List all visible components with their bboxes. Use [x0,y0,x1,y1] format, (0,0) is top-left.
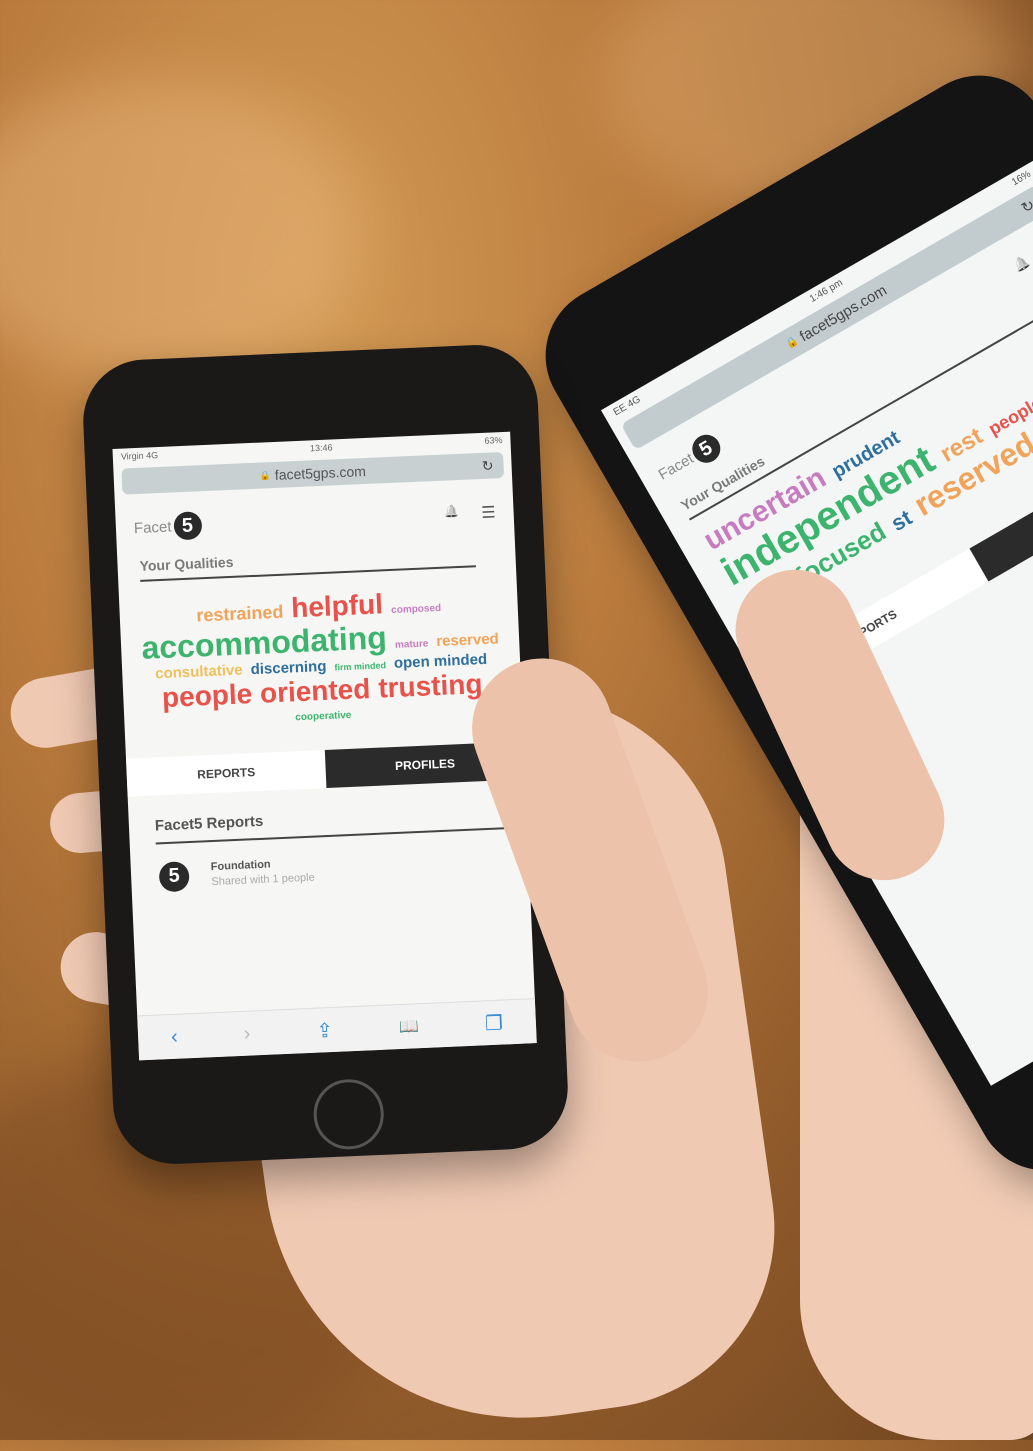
qualities-word-cloud: restrained helpful composedaccommodating ma… [118,566,522,739]
battery-label: 63% [484,434,503,446]
carrier-label: Virgin 4G [120,450,159,462]
quality-word: st [886,504,916,536]
facet5-logo[interactable]: Facet 5 [133,511,203,542]
battery-label: 16% [1009,168,1033,188]
report-logo-icon: 5 [158,861,190,893]
logo-text: Facet [133,518,172,537]
report-name: Foundation [210,858,271,874]
quality-word: restrained [195,601,284,626]
bell-icon[interactable]: 🔔 [444,504,460,525]
logo-mark: 5 [172,511,203,541]
lock-icon: 🔒 [783,334,801,351]
menu-icon[interactable]: ☰ [481,502,496,523]
quality-word: people oriented [984,354,1033,439]
quality-word: accommodating [140,619,388,666]
lock-icon: 🔒 [259,469,272,481]
quality-word: firm minded [334,660,387,673]
time-label: 13:46 [309,442,333,454]
left-phone-screen: Virgin 4G 13:46 63% 🔒 facet5gps.com ↻ Fa… [112,431,537,1061]
reload-icon[interactable]: ↻ [481,457,493,474]
quality-word: mature [394,638,429,651]
bookmarks-icon[interactable]: 📖 [399,1016,420,1037]
reload-icon[interactable]: ↻ [1018,196,1033,217]
quality-word: composed [390,602,442,616]
quality-word: cooperative [295,710,352,724]
home-button[interactable] [312,1077,386,1151]
tabs-icon[interactable]: ❐ [484,1010,503,1036]
url-text: facet5gps.com [274,462,367,483]
quality-word: trusting [377,667,484,704]
share-icon[interactable]: ⇪ [316,1017,334,1043]
quality-word: reserved [435,630,500,650]
bell-icon[interactable]: 🔔 [1011,253,1033,278]
back-icon[interactable]: ‹ [171,1025,179,1048]
forward-icon[interactable]: › [243,1022,251,1045]
report-shared-text: Shared with 1 people [211,872,316,889]
background-light-spot [0,80,360,380]
browser-toolbar: ‹ › ⇪ 📖 ❐ [137,998,537,1061]
